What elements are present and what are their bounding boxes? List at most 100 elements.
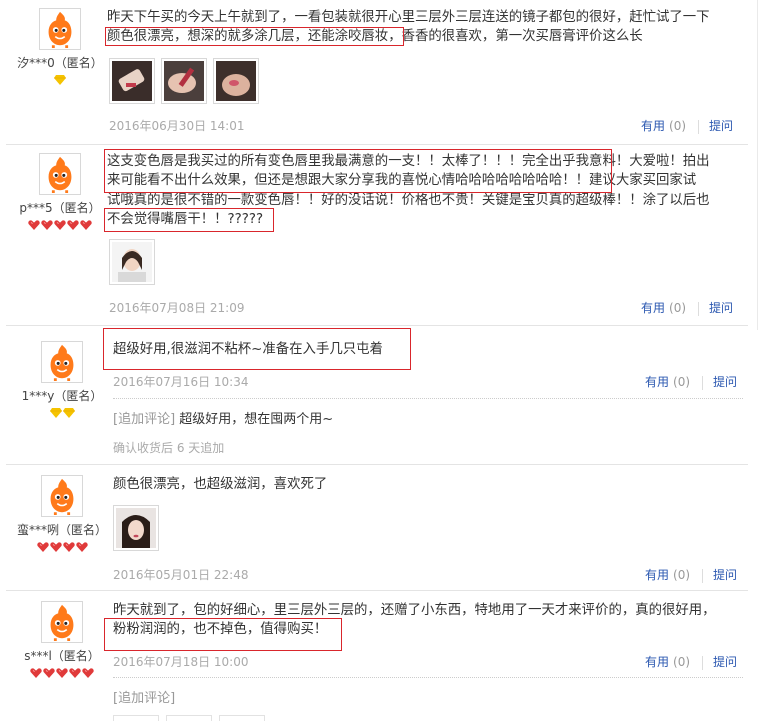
review-actions: 有用 (0) 提问 (641, 299, 733, 316)
avatar[interactable] (39, 8, 81, 50)
yellow-diamond-icon (50, 408, 62, 418)
reviewer-info: 1***y（匿名） (12, 341, 112, 418)
yellow-diamond-icon (63, 408, 75, 418)
action-divider (702, 568, 704, 583)
reviewer-level-badges (10, 220, 110, 230)
reviewer-level-badges (12, 668, 112, 678)
review-photos (109, 239, 155, 285)
review-text: 颜色很漂亮，也超级滋润，喜欢死了 (113, 475, 753, 494)
avatar[interactable] (41, 475, 83, 517)
useful-button[interactable]: 有用 (641, 301, 665, 315)
avatar[interactable] (41, 341, 83, 383)
append-review-tag: [追加评论] (113, 691, 176, 706)
review-photos (109, 58, 259, 104)
append-photo-placeholder (113, 715, 159, 721)
append-photo-placeholder (219, 715, 265, 721)
review-item: 蛮***咧（匿名） 颜色很漂亮，也超级滋润，喜欢死了 2016年05月01日 2… (0, 465, 759, 590)
useful-button[interactable]: 有用 (645, 655, 669, 669)
ask-question-link[interactable]: 提问 (713, 655, 737, 669)
reviewer-name: 汐***0（匿名） (17, 56, 103, 70)
yellow-diamond-icon (54, 75, 66, 85)
useful-count: (0) (669, 301, 687, 315)
photo-thumbnail[interactable] (113, 505, 159, 551)
reviewer-name: 1***y（匿名） (21, 389, 103, 403)
red-heart-icon (50, 542, 62, 552)
avatar[interactable] (39, 153, 81, 195)
reviewer-name: s***l（匿名） (24, 649, 100, 663)
ask-question-link[interactable]: 提问 (713, 568, 737, 582)
review-actions: 有用 (0) 提问 (645, 566, 737, 583)
photo-thumbnail[interactable] (213, 58, 259, 104)
action-divider (702, 375, 704, 390)
review-text-line: 颜色很漂亮，也超级滋润，喜欢死了 (113, 477, 328, 492)
red-heart-icon (28, 220, 40, 230)
reviewer-name: p***5（匿名） (19, 201, 101, 215)
photo-thumbnail[interactable] (161, 58, 207, 104)
useful-button[interactable]: 有用 (645, 375, 669, 389)
review-date: 2016年07月18日 10:00 (113, 655, 249, 669)
red-heart-icon (41, 220, 53, 230)
review-date: 2016年07月16日 10:34 (113, 375, 249, 389)
ask-question-link[interactable]: 提问 (713, 375, 737, 389)
action-divider (698, 301, 700, 316)
appended-review: [追加评论] (113, 687, 175, 706)
photo-thumbnail[interactable] (109, 58, 155, 104)
appended-review: [追加评论] 超级好用，想在囤两个用~ (113, 408, 333, 427)
action-divider (702, 655, 704, 670)
red-heart-icon (82, 668, 94, 678)
review-text-tail: 香香的很喜欢，第一次买唇膏评价这么长 (401, 29, 643, 45)
review-text-line: 昨天下午买的今天上午就到了，一看包装就很开心里三层外三层连送的镜子都包的很好，赶… (107, 10, 710, 25)
review-photos (113, 505, 159, 551)
avatar[interactable] (41, 601, 83, 643)
reviewer-level-badges (12, 542, 112, 552)
append-timing-note: 确认收货后 6 天追加 (113, 441, 225, 455)
highlight-box (104, 208, 274, 232)
reviewer-level-badges (12, 408, 112, 418)
review-item: 汐***0（匿名） 昨天下午买的今天上午就到了，一看包装就很开心里三层外三层连送… (0, 0, 759, 144)
append-review-text: 超级好用，想在囤两个用~ (179, 412, 334, 427)
red-heart-icon (80, 220, 92, 230)
reviewer-info: 汐***0（匿名） (10, 8, 110, 85)
useful-button[interactable]: 有用 (645, 568, 669, 582)
review-text-line: 颜色很漂亮，想深的就多涂几层，还能涂咬唇妆，香香的很喜欢，第一次买唇膏评价这么长 (105, 27, 747, 47)
red-heart-icon (63, 542, 75, 552)
reviewer-info: 蛮***咧（匿名） (12, 475, 112, 552)
reviewer-info: p***5（匿名） (10, 153, 110, 230)
review-item: 1***y（匿名） 超级好用,很滋润不粘杯~准备在入手几只屯着 2016年07月… (0, 326, 759, 464)
review-item: p***5（匿名） 这支变色唇是我买过的所有变色唇里我最满意的一支！！太棒了！！… (0, 145, 759, 325)
reviewer-name: 蛮***咧（匿名） (16, 523, 107, 537)
append-photo-placeholder (166, 715, 212, 721)
red-heart-icon (69, 668, 81, 678)
red-heart-icon (76, 542, 88, 552)
red-heart-icon (56, 668, 68, 678)
review-text-line: 超级好用,很滋润不粘杯~准备在入手几只屯着 (113, 342, 383, 357)
review-text: 昨天下午买的今天上午就到了，一看包装就很开心里三层外三层连送的镜子都包的很好，赶… (105, 8, 747, 47)
review-text: 超级好用,很滋润不粘杯~准备在入手几只屯着 (113, 340, 753, 359)
red-heart-icon (54, 220, 66, 230)
review-date: 2016年06月30日 14:01 (109, 119, 245, 133)
useful-count: (0) (673, 655, 691, 669)
review-actions: 有用 (0) 提问 (641, 117, 733, 134)
ask-question-link[interactable]: 提问 (709, 301, 733, 315)
useful-count: (0) (673, 375, 691, 389)
review-item: s***l（匿名） 昨天就到了，包的好细心，里三层外三层的，还赠了小东西，特地用… (0, 591, 759, 724)
photo-thumbnail[interactable] (109, 239, 155, 285)
append-divider (113, 398, 743, 399)
reviewer-info: s***l（匿名） (12, 601, 112, 678)
review-date: 2016年07月08日 21:09 (109, 301, 245, 315)
red-heart-icon (30, 668, 42, 678)
useful-count: (0) (673, 568, 691, 582)
reviewer-level-badges (10, 75, 110, 85)
highlight-box (104, 149, 612, 193)
red-heart-icon (43, 668, 55, 678)
review-date: 2016年05月01日 22:48 (113, 568, 249, 582)
action-divider (698, 119, 700, 134)
useful-count: (0) (669, 119, 687, 133)
red-heart-icon (67, 220, 79, 230)
ask-question-link[interactable]: 提问 (709, 119, 733, 133)
review-actions: 有用 (0) 提问 (645, 653, 737, 670)
highlight-box (104, 618, 342, 651)
highlighted-text: 颜色很漂亮，想深的就多涂几层，还能涂咬唇妆， (105, 27, 404, 47)
useful-button[interactable]: 有用 (641, 119, 665, 133)
red-heart-icon (37, 542, 49, 552)
